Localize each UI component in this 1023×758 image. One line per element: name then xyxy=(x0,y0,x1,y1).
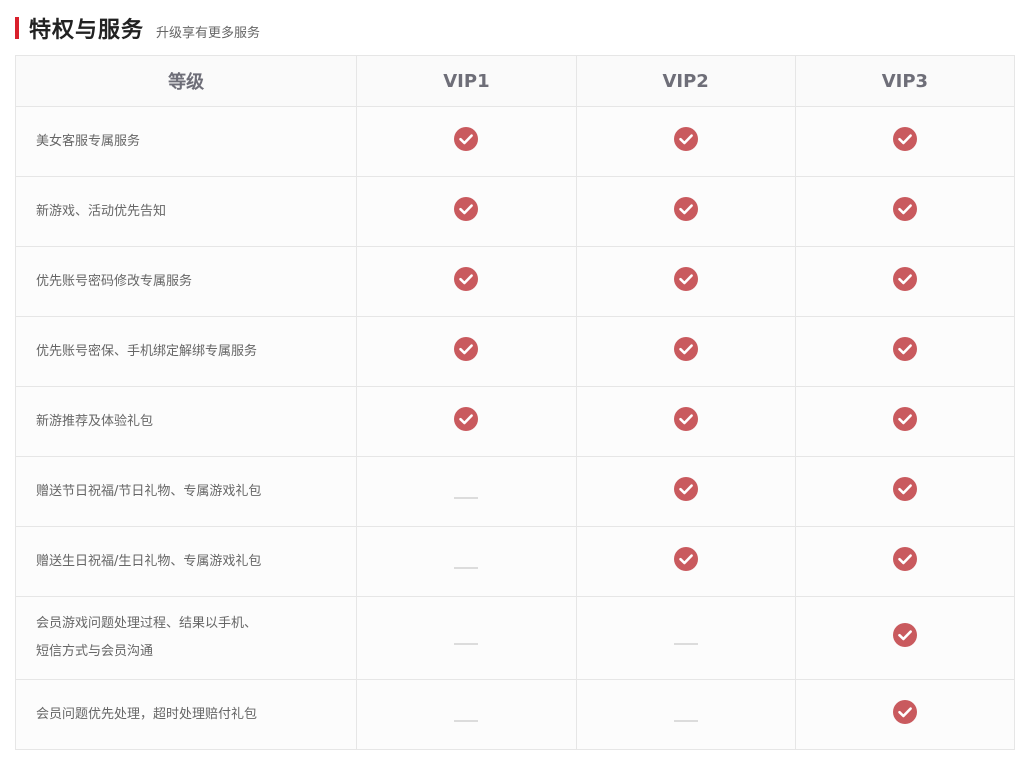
dash-icon xyxy=(673,719,698,722)
check-icon xyxy=(892,546,917,571)
table-row: 赠送生日祝福/生日礼物、专属游戏礼包 xyxy=(14,526,1016,597)
column-header-vip1: VIP1 xyxy=(356,55,577,107)
cell-vip1 xyxy=(356,176,577,247)
cell-vip2 xyxy=(575,456,796,527)
check-icon xyxy=(673,196,698,221)
cell-vip1 xyxy=(356,596,577,680)
dash-icon xyxy=(454,496,479,499)
feature-label: 新游戏、活动优先告知 xyxy=(36,203,167,219)
cell-vip2 xyxy=(575,526,796,597)
column-header-vip2: VIP2 xyxy=(575,55,796,107)
check-icon xyxy=(892,699,917,724)
feature-cell: 新游戏、活动优先告知 xyxy=(14,176,358,247)
table-row: 美女客服专属服务 xyxy=(14,106,1016,177)
check-icon xyxy=(454,266,479,291)
check-icon xyxy=(673,126,698,151)
cell-vip1 xyxy=(356,386,577,457)
check-icon xyxy=(454,406,479,431)
cell-vip3 xyxy=(794,596,1016,680)
feature-label: 优先账号密码修改专属服务 xyxy=(36,273,193,289)
feature-cell: 优先账号密保、手机绑定解绑专属服务 xyxy=(14,316,358,387)
check-icon xyxy=(892,336,917,361)
cell-vip3 xyxy=(794,456,1016,527)
section-header: 特权与服务 升级享有更多服务 xyxy=(15,12,260,44)
check-icon xyxy=(673,476,698,501)
feature-cell: 会员问题优先处理，超时处理赔付礼包 xyxy=(14,679,358,750)
check-icon xyxy=(454,336,479,361)
feature-label: 赠送生日祝福/生日礼物、专属游戏礼包 xyxy=(36,553,262,569)
feature-cell: 美女客服专属服务 xyxy=(14,106,358,177)
feature-label: 短信方式与会员沟通 xyxy=(36,644,154,659)
cell-vip1 xyxy=(356,679,577,750)
feature-cell: 赠送节日祝福/节日礼物、专属游戏礼包 xyxy=(14,456,358,527)
column-header-level: 等级 xyxy=(14,55,358,107)
vip-privileges-table: 等级 VIP1 VIP2 VIP3 美女客服专属服务新游戏、活动优先告知优先账号… xyxy=(14,55,1016,750)
feature-label: 赠送节日祝福/节日礼物、专属游戏礼包 xyxy=(36,483,262,499)
cell-vip2 xyxy=(575,176,796,247)
cell-vip2 xyxy=(575,106,796,177)
table-row: 新游推荐及体验礼包 xyxy=(14,386,1016,457)
cell-vip2 xyxy=(575,386,796,457)
table-row: 赠送节日祝福/节日礼物、专属游戏礼包 xyxy=(14,456,1016,527)
cell-vip2 xyxy=(575,679,796,750)
check-icon xyxy=(892,126,917,151)
feature-cell: 赠送生日祝福/生日礼物、专属游戏礼包 xyxy=(14,526,358,597)
cell-vip3 xyxy=(794,679,1016,750)
table-row: 优先账号密保、手机绑定解绑专属服务 xyxy=(14,316,1016,387)
cell-vip1 xyxy=(356,456,577,527)
dash-icon xyxy=(454,643,479,645)
check-icon xyxy=(892,623,917,647)
cell-vip1 xyxy=(356,106,577,177)
dash-icon xyxy=(673,643,698,645)
check-icon xyxy=(673,336,698,361)
table-row: 新游戏、活动优先告知 xyxy=(14,176,1016,247)
check-icon xyxy=(673,406,698,431)
check-icon xyxy=(454,196,479,221)
check-icon xyxy=(892,406,917,431)
feature-label: 会员问题优先处理，超时处理赔付礼包 xyxy=(36,706,258,722)
cell-vip2 xyxy=(575,316,796,387)
feature-cell: 优先账号密码修改专属服务 xyxy=(14,246,358,317)
feature-label: 新游推荐及体验礼包 xyxy=(36,413,154,429)
cell-vip3 xyxy=(794,106,1016,177)
check-icon xyxy=(673,546,698,571)
table-row: 会员游戏问题处理过程、结果以手机、 短信方式与会员沟通 xyxy=(14,596,1016,680)
page-title: 特权与服务 xyxy=(29,18,145,43)
cell-vip3 xyxy=(794,176,1016,247)
cell-vip3 xyxy=(794,526,1016,597)
check-icon xyxy=(673,266,698,291)
cell-vip2 xyxy=(575,246,796,317)
dash-icon xyxy=(454,566,479,569)
feature-label: 优先账号密保、手机绑定解绑专属服务 xyxy=(36,343,258,359)
cell-vip1 xyxy=(356,526,577,597)
header-accent-bar xyxy=(15,17,19,39)
cell-vip1 xyxy=(356,316,577,387)
table-header-row: 等级 VIP1 VIP2 VIP3 xyxy=(14,55,1016,107)
feature-label: 会员游戏问题处理过程、结果以手机、 xyxy=(36,616,258,631)
feature-cell: 会员游戏问题处理过程、结果以手机、 短信方式与会员沟通 xyxy=(14,596,358,680)
table-row: 优先账号密码修改专属服务 xyxy=(14,246,1016,317)
feature-label: 美女客服专属服务 xyxy=(36,133,141,149)
table-row: 会员问题优先处理，超时处理赔付礼包 xyxy=(14,679,1016,750)
dash-icon xyxy=(454,719,479,722)
cell-vip1 xyxy=(356,246,577,317)
cell-vip3 xyxy=(794,246,1016,317)
check-icon xyxy=(892,196,917,221)
check-icon xyxy=(454,126,479,151)
column-header-vip3: VIP3 xyxy=(794,55,1016,107)
cell-vip2 xyxy=(575,596,796,680)
check-icon xyxy=(892,476,917,501)
feature-cell: 新游推荐及体验礼包 xyxy=(14,386,358,457)
check-icon xyxy=(892,266,917,291)
cell-vip3 xyxy=(794,316,1016,387)
cell-vip3 xyxy=(794,386,1016,457)
page-subtitle: 升级享有更多服务 xyxy=(156,25,261,41)
